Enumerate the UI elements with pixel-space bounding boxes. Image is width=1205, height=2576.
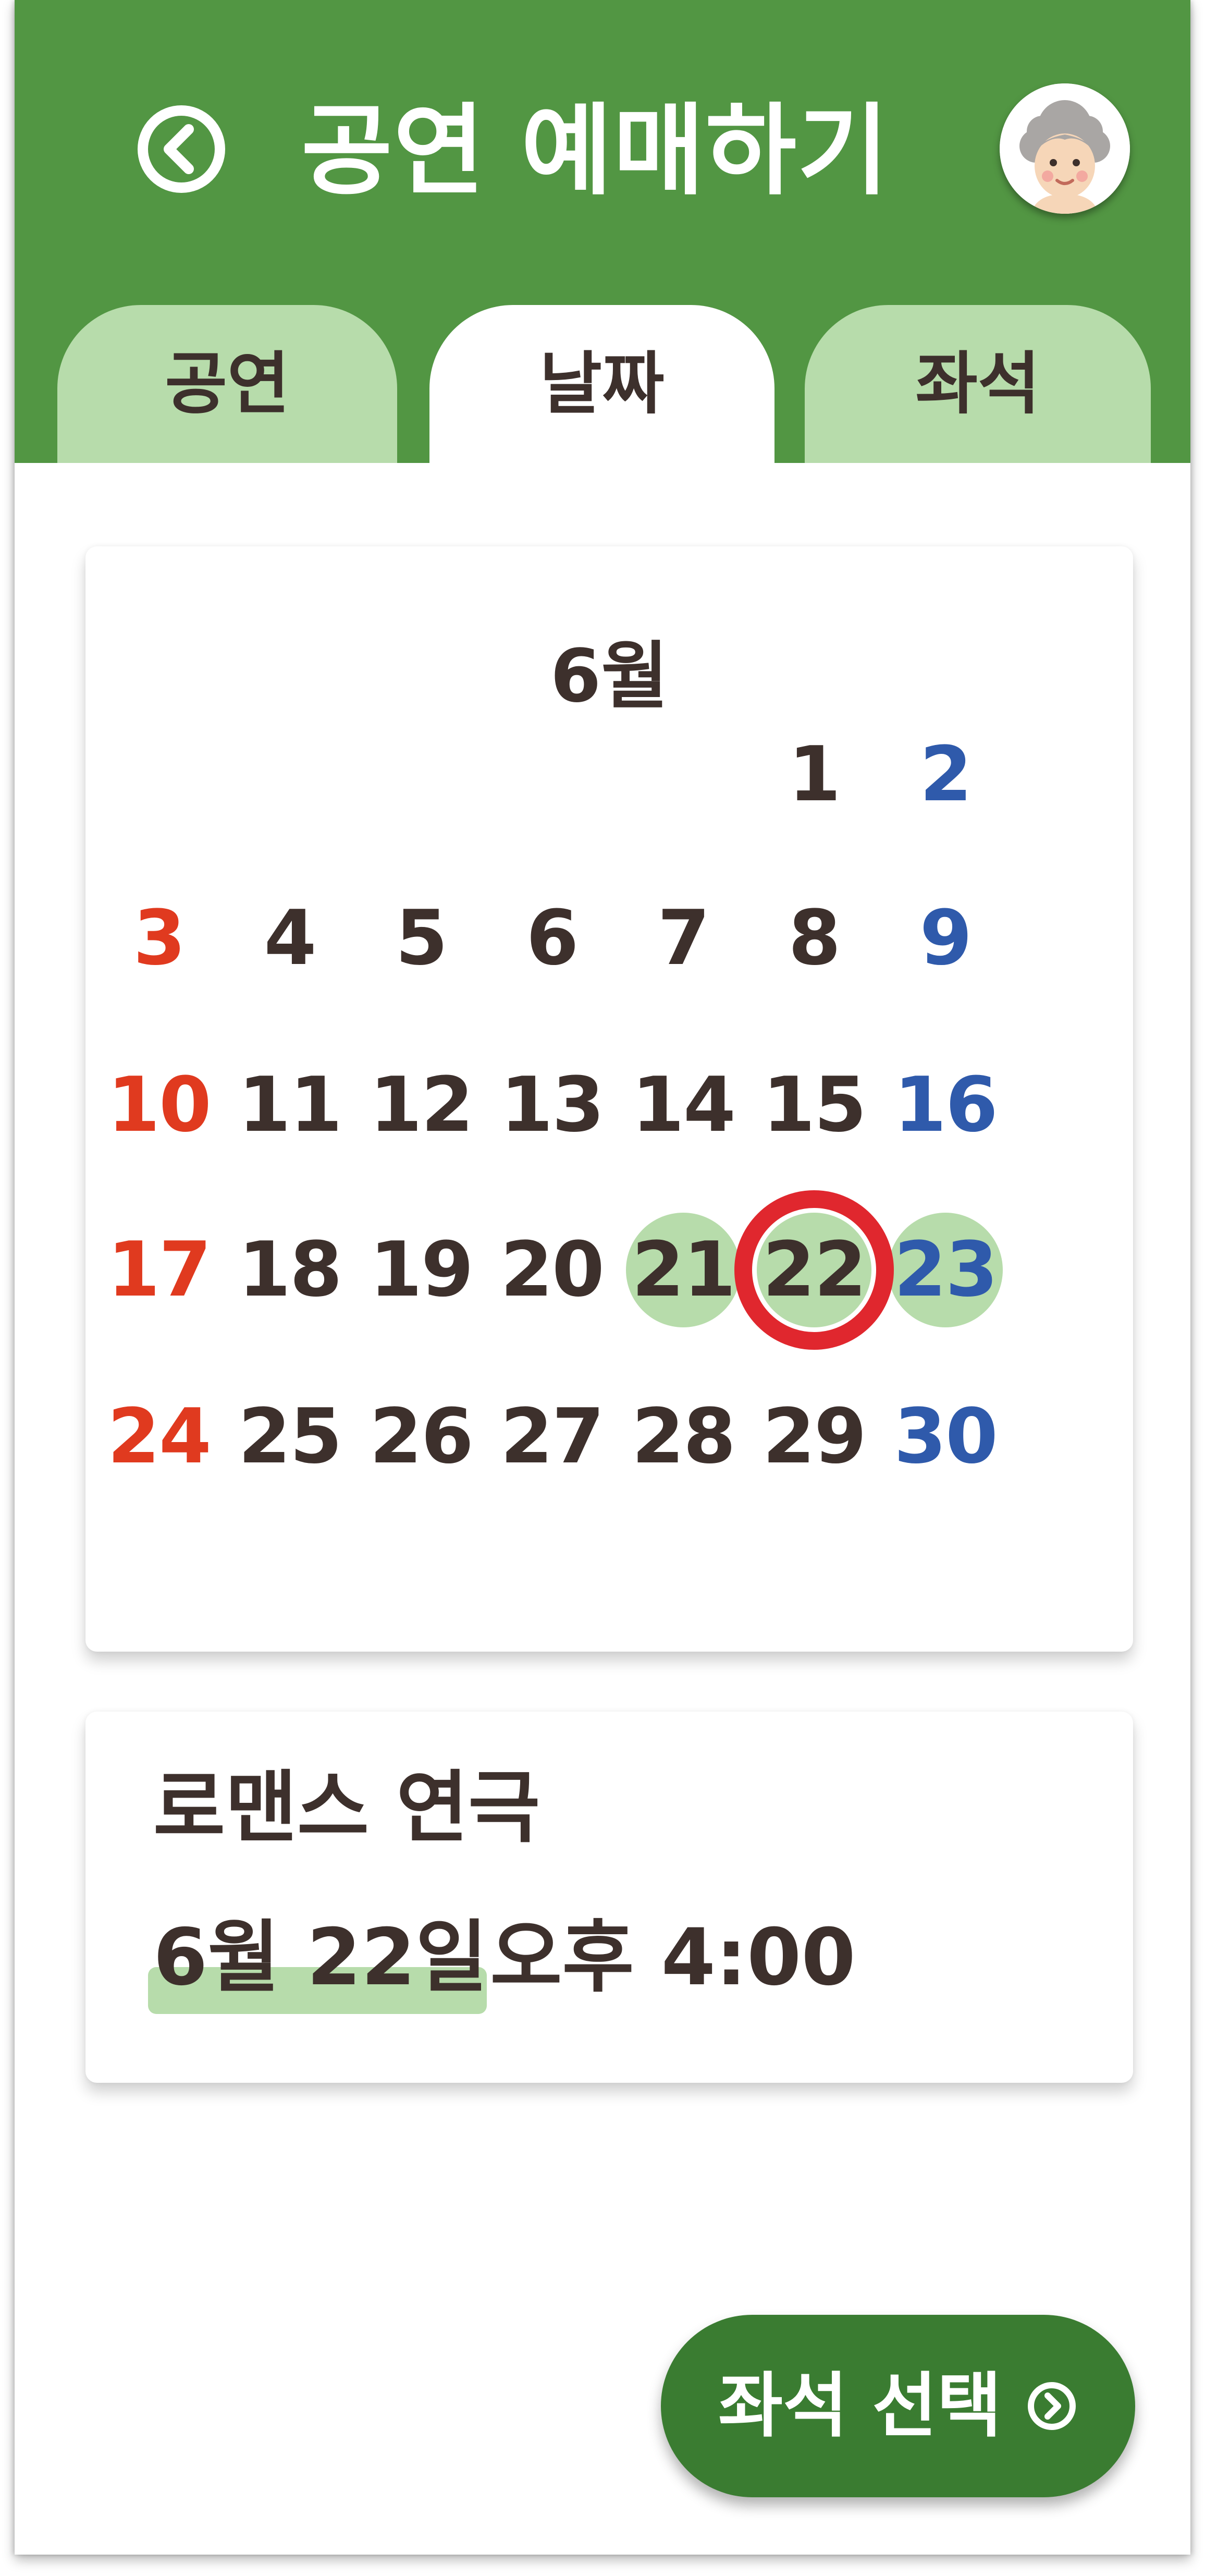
calendar-day-25[interactable]: 25 bbox=[225, 1372, 355, 1502]
calendar-day-18[interactable]: 18 bbox=[225, 1205, 355, 1335]
show-date: 6월 22일 bbox=[153, 1912, 488, 2003]
calendar-day-29[interactable]: 29 bbox=[749, 1372, 879, 1502]
calendar-day-24[interactable]: 24 bbox=[94, 1372, 224, 1502]
calendar-day-6[interactable]: 6 bbox=[487, 873, 617, 1004]
calendar-day-19[interactable]: 19 bbox=[356, 1205, 486, 1335]
selection-summary-card: 로맨스 연극 6월 22일 오후 4:00 bbox=[85, 1712, 1133, 2083]
chevron-right-circle-icon bbox=[1028, 2382, 1076, 2430]
tab-show[interactable]: 공연 bbox=[57, 305, 397, 463]
selected-date-ring bbox=[734, 1190, 894, 1350]
show-title: 로맨스 연극 bbox=[153, 1763, 540, 1853]
page-title: 공연 예매하기 bbox=[301, 93, 890, 209]
select-seat-button[interactable]: 좌석 선택 bbox=[661, 2315, 1135, 2497]
grandmother-avatar-icon bbox=[1000, 83, 1130, 214]
calendar-day-23[interactable]: 23 bbox=[880, 1205, 1011, 1335]
calendar-card: 6월 1 2 3 4 5 6 7 8 9 10 11 12 13 14 15 16 17 18 19 20 21 22 23… bbox=[85, 546, 1133, 1652]
calendar-day-28[interactable]: 28 bbox=[618, 1372, 748, 1502]
calendar-day-11[interactable]: 11 bbox=[225, 1040, 355, 1170]
calendar-day-16[interactable]: 16 bbox=[880, 1040, 1011, 1170]
calendar-day-2[interactable]: 2 bbox=[880, 710, 1011, 840]
calendar-day-4[interactable]: 4 bbox=[225, 873, 355, 1004]
calendar-day-8[interactable]: 8 bbox=[749, 873, 879, 1004]
calendar-day-20[interactable]: 20 bbox=[487, 1205, 617, 1335]
calendar-day-14[interactable]: 14 bbox=[618, 1040, 748, 1170]
show-datetime: 6월 22일 오후 4:00 bbox=[148, 1894, 856, 2014]
user-avatar[interactable] bbox=[1000, 83, 1130, 214]
calendar-day-26[interactable]: 26 bbox=[356, 1372, 486, 1502]
tab-bar: 공연 날짜 좌석 bbox=[15, 305, 1190, 463]
calendar-day-30[interactable]: 30 bbox=[880, 1372, 1011, 1502]
show-time: 오후 4:00 bbox=[490, 1912, 856, 2003]
month-label: 6월 bbox=[550, 634, 669, 719]
calendar-day-17[interactable]: 17 bbox=[94, 1205, 224, 1335]
calendar-day-5[interactable]: 5 bbox=[356, 873, 486, 1004]
header-bar: 공연 예매하기 공연 날짜 좌석 bbox=[15, 0, 1190, 463]
tab-date[interactable]: 날짜 bbox=[429, 305, 774, 463]
calendar-day-27[interactable]: 27 bbox=[487, 1372, 617, 1502]
calendar-day-12[interactable]: 12 bbox=[356, 1040, 486, 1170]
select-seat-label: 좌석 선택 bbox=[718, 2365, 1002, 2447]
app-screen: 공연 예매하기 공연 날짜 좌석 6월 1 2 3 4 5 6 7 8 9 10… bbox=[15, 0, 1190, 2555]
calendar-day-15[interactable]: 15 bbox=[749, 1040, 879, 1170]
calendar-day-7[interactable]: 7 bbox=[618, 873, 748, 1004]
calendar-day-3[interactable]: 3 bbox=[94, 873, 224, 1004]
tab-seat[interactable]: 좌석 bbox=[805, 305, 1151, 463]
back-button[interactable] bbox=[134, 102, 228, 196]
calendar-day-13[interactable]: 13 bbox=[487, 1040, 617, 1170]
back-arrow-circle-icon bbox=[138, 105, 225, 193]
calendar-day-1[interactable]: 1 bbox=[749, 710, 879, 840]
calendar-day-21[interactable]: 21 bbox=[618, 1205, 748, 1335]
calendar-day-10[interactable]: 10 bbox=[94, 1040, 224, 1170]
calendar-day-9[interactable]: 9 bbox=[880, 873, 1011, 1004]
